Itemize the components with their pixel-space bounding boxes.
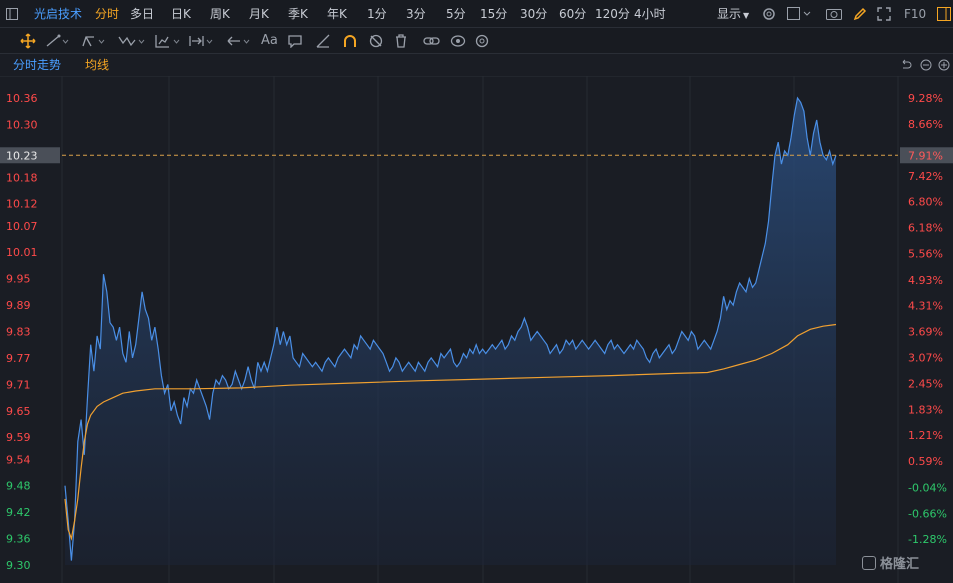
trend-icon[interactable] [82, 28, 106, 54]
left-axis: 10.36 10.30 10.18 10.12 10.07 10.01 9.95 9.89 9.… [6, 92, 38, 572]
y-tick-label: 10.18 [6, 171, 38, 184]
zoom-out-icon[interactable] [920, 54, 932, 78]
y-tick-label: 9.83 [6, 326, 31, 339]
y-tick-label: 9.54 [6, 453, 31, 466]
magnet-icon[interactable] [343, 28, 357, 54]
pct-tick-label: 4.31% [908, 300, 943, 313]
comment-icon[interactable] [288, 28, 302, 54]
legend-price: 分时走势 [13, 58, 62, 72]
y-tick-label: 9.71 [6, 378, 31, 391]
current-pct-label: 7.91% [908, 149, 943, 162]
camera-icon[interactable] [826, 0, 842, 28]
stock-name[interactable]: 光启技术 [34, 0, 82, 28]
settings-icon[interactable] [475, 28, 489, 54]
tab-year-k[interactable]: 年K [327, 0, 347, 28]
zoom-in-icon[interactable] [938, 54, 950, 78]
display-dropdown[interactable]: 显示 ▼ [717, 0, 749, 28]
pct-tick-label: 5.56% [908, 247, 943, 260]
tab-120min[interactable]: 120分 [595, 0, 630, 28]
top-bar: 光启技术 分时 多日 日K 周K 月K 季K 年K 1分 3分 5分 15分 3… [0, 0, 953, 28]
y-tick-label: 10.36 [6, 92, 38, 105]
y-tick-label: 9.95 [6, 273, 31, 286]
ruler-icon[interactable] [316, 28, 330, 54]
y-tick-label: 9.65 [6, 405, 31, 418]
pct-tick-label: 6.18% [908, 222, 943, 235]
y-tick-label: 10.12 [6, 198, 38, 211]
undo-icon[interactable] [900, 54, 912, 78]
tab-day-k[interactable]: 日K [171, 0, 191, 28]
sidebar-toggle-icon[interactable] [6, 0, 18, 28]
pct-tick-label: 9.28% [908, 92, 943, 105]
wave-icon[interactable] [118, 28, 146, 54]
pct-tick-label: -1.28% [908, 533, 947, 546]
tab-fenshi[interactable]: 分时 [95, 0, 119, 28]
move-icon[interactable] [20, 28, 36, 54]
line-icon[interactable] [46, 28, 70, 54]
tab-3min[interactable]: 3分 [406, 0, 426, 28]
y-tick-label: 9.48 [6, 480, 31, 493]
watermark: 格隆汇 [880, 557, 920, 572]
display-label: 显示 [717, 7, 742, 21]
panel-toggle-icon[interactable] [937, 0, 951, 28]
y-tick-label: 9.77 [6, 352, 31, 365]
link-icon[interactable] [423, 28, 441, 54]
watermark-logo-icon [862, 556, 876, 570]
pct-tick-label: 3.07% [908, 351, 943, 364]
tab-30min[interactable]: 30分 [520, 0, 547, 28]
pct-tick-label: 4.93% [908, 274, 943, 287]
pct-tick-label: 0.59% [908, 455, 943, 468]
intraday-chart[interactable]: 10.36 10.30 10.18 10.12 10.07 10.01 9.95 9.89 9.… [0, 76, 953, 583]
layout-icon[interactable] [787, 0, 813, 28]
text-icon[interactable]: Aa [261, 28, 278, 54]
tab-quarter-k[interactable]: 季K [288, 0, 308, 28]
pct-tick-label: 1.21% [908, 429, 943, 442]
y-tick-label: 10.07 [6, 220, 38, 233]
chart-tool-icon[interactable] [155, 28, 183, 54]
range-icon[interactable] [189, 28, 217, 54]
trash-icon[interactable] [394, 28, 408, 54]
y-tick-label: 10.30 [6, 118, 38, 131]
y-tick-label: 10.01 [6, 246, 38, 259]
pct-tick-label: 7.42% [908, 170, 943, 183]
chart-legend: 分时走势 均线 [0, 54, 953, 76]
y-tick-label: 9.36 [6, 533, 31, 546]
y-tick-label: 9.89 [6, 299, 31, 312]
tab-4hour[interactable]: 4小时 [634, 0, 666, 28]
pct-tick-label: -0.66% [908, 507, 947, 520]
tab-15min[interactable]: 15分 [480, 0, 507, 28]
current-price-label: 10.23 [6, 149, 38, 162]
y-tick-label: 9.59 [6, 431, 31, 444]
pencil-icon[interactable] [853, 0, 867, 28]
price-area-fill [65, 98, 836, 565]
tab-week-k[interactable]: 周K [210, 0, 230, 28]
chevron-down-icon: ▼ [743, 11, 750, 20]
gear-icon[interactable] [762, 0, 776, 28]
tab-1min[interactable]: 1分 [367, 0, 387, 28]
y-tick-label: 9.42 [6, 506, 31, 519]
arrow-icon[interactable] [227, 28, 255, 54]
legend-avg: 均线 [85, 58, 110, 72]
hide-icon[interactable] [369, 28, 383, 54]
pct-tick-label: 3.69% [908, 326, 943, 339]
tab-duori[interactable]: 多日 [130, 0, 154, 28]
f10-button[interactable]: F10 [904, 0, 926, 28]
drawing-toolbar: Aa [0, 28, 953, 54]
fullscreen-icon[interactable] [877, 0, 891, 28]
pct-tick-label: -0.04% [908, 481, 947, 494]
y-tick-label: 9.30 [6, 559, 31, 572]
pct-tick-label: 8.66% [908, 118, 943, 131]
tab-month-k[interactable]: 月K [249, 0, 269, 28]
pct-tick-label: 6.80% [908, 196, 943, 209]
pct-tick-label: 1.83% [908, 403, 943, 416]
tab-5min[interactable]: 5分 [446, 0, 466, 28]
pct-tick-label: 2.45% [908, 377, 943, 390]
eye-icon[interactable] [450, 28, 466, 54]
tab-60min[interactable]: 60分 [559, 0, 586, 28]
